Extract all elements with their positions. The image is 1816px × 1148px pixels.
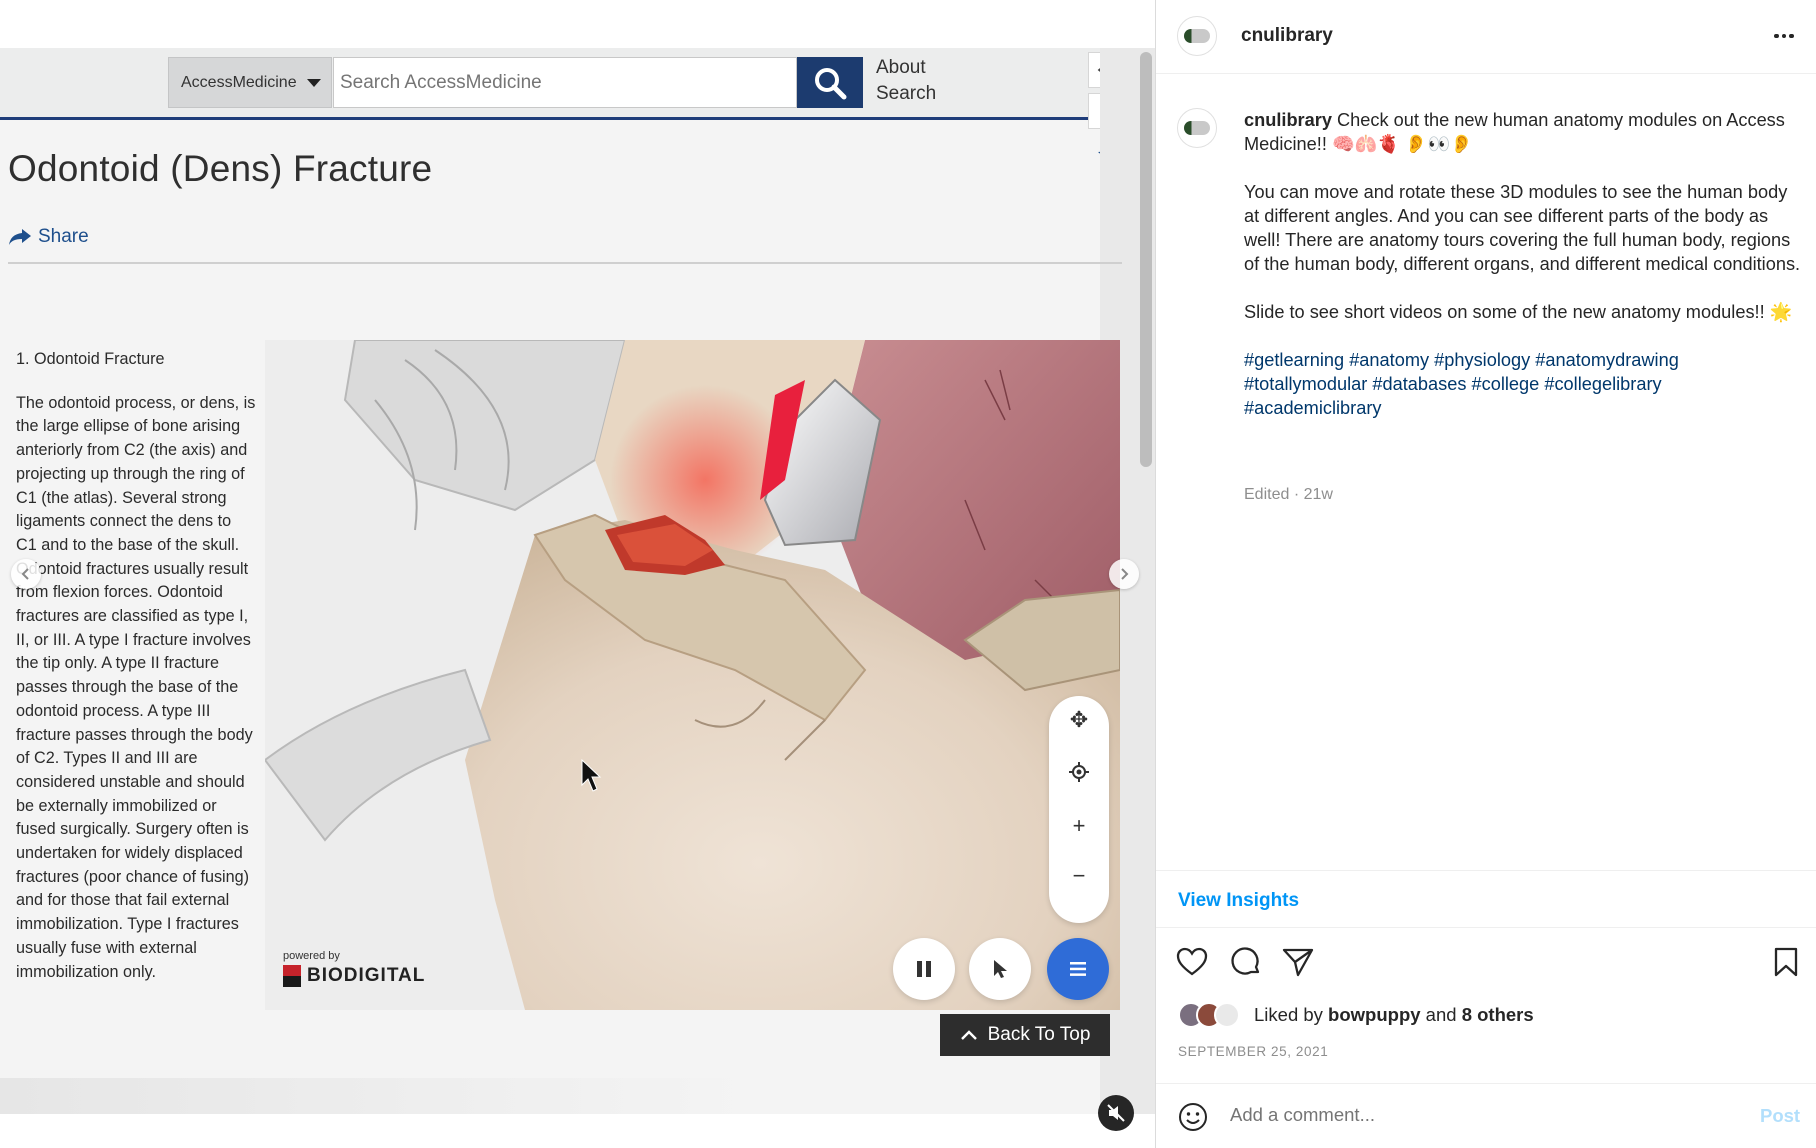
edited-timestamp: Edited · 21w xyxy=(1244,486,1333,503)
about-line: About xyxy=(876,57,926,78)
accessmedicine-header: AccessMedicine About Search xyxy=(0,48,1100,120)
liked-by-others[interactable]: 8 others xyxy=(1462,1004,1534,1025)
pause-icon xyxy=(917,961,931,977)
hashtag[interactable]: #college xyxy=(1472,374,1540,394)
biodigital-logo: BIODIGITAL xyxy=(283,965,425,987)
bottom-fade xyxy=(0,1078,760,1114)
post-header: cnulibrary xyxy=(1156,0,1816,74)
caption-paragraph-3: Slide to see short videos on some of the… xyxy=(1244,302,1793,322)
divider xyxy=(8,262,1122,264)
heart-icon[interactable] xyxy=(1172,942,1212,982)
share-icon[interactable] xyxy=(1278,942,1318,982)
search-button[interactable] xyxy=(797,57,863,108)
mute-icon xyxy=(1107,1104,1125,1122)
emoji-icon[interactable] xyxy=(1178,1102,1208,1137)
search-line: Search xyxy=(876,83,937,104)
chevron-left-icon xyxy=(21,568,29,580)
liked-by-and: and xyxy=(1425,1004,1457,1025)
next-slide-button[interactable] xyxy=(1109,559,1139,589)
video-frame[interactable]: AccessMedicine About Search xyxy=(0,48,1155,1114)
avatar[interactable] xyxy=(1177,16,1217,56)
pointer-icon xyxy=(994,960,1007,978)
liked-by-user[interactable]: bowpuppy xyxy=(1328,1004,1420,1025)
caption-avatar[interactable] xyxy=(1177,108,1217,148)
search-icon xyxy=(815,67,847,99)
view-insights-link[interactable]: View Insights xyxy=(1178,890,1299,912)
more-icon[interactable] xyxy=(1766,22,1802,50)
back-to-top-label: Back To Top xyxy=(987,1024,1091,1045)
scrollbar-thumb[interactable] xyxy=(1140,52,1152,467)
hashtag[interactable]: #getlearning xyxy=(1244,350,1344,370)
caption-username[interactable]: cnulibrary xyxy=(1244,110,1332,130)
pointer-button[interactable] xyxy=(969,938,1031,1000)
resource-select-label: AccessMedicine xyxy=(181,73,297,91)
hashtag[interactable]: #physiology xyxy=(1434,350,1530,370)
biodigital-brand: BIODIGITAL xyxy=(307,965,426,986)
description-text: The odontoid process, or dens, is the la… xyxy=(16,393,256,981)
comment-icon[interactable] xyxy=(1226,942,1266,982)
hashtag[interactable]: #collegelibrary xyxy=(1544,374,1661,394)
menu-icon xyxy=(1070,962,1086,976)
anatomy-model-image xyxy=(265,340,1120,1010)
figure-title: 1. Odontoid Fracture xyxy=(16,350,165,368)
article-title: Odontoid (Dens) Fracture xyxy=(8,148,433,189)
university-seal-icon xyxy=(1184,29,1210,43)
anatomy-3d-viewer[interactable]: powered by BIODIGITAL xyxy=(265,340,1120,1010)
action-bar xyxy=(1156,942,1816,986)
hashtag[interactable]: #anatomy xyxy=(1349,350,1429,370)
liker-avatar[interactable] xyxy=(1214,1002,1240,1028)
share-link[interactable]: Share xyxy=(8,226,89,248)
share-label: Share xyxy=(38,226,89,247)
biodigital-mark xyxy=(283,965,301,987)
hashtag[interactable]: #totallymodular xyxy=(1244,374,1367,394)
center-icon[interactable] xyxy=(1049,752,1109,792)
back-to-top-button[interactable]: Back To Top xyxy=(940,1014,1110,1056)
bookmark-icon[interactable] xyxy=(1766,942,1806,982)
university-seal-icon xyxy=(1184,121,1210,135)
resource-select[interactable]: AccessMedicine xyxy=(168,57,332,108)
previous-slide-button[interactable] xyxy=(11,559,41,589)
liked-by-text: Liked by bowpuppy and 8 others xyxy=(1254,1004,1534,1026)
pause-button[interactable] xyxy=(893,938,955,1000)
liked-by-prefix: Liked by xyxy=(1254,1004,1323,1025)
username[interactable]: cnulibrary xyxy=(1241,25,1333,47)
post-media[interactable]: AccessMedicine About Search xyxy=(0,0,1155,1148)
insights-bar: View Insights xyxy=(1156,870,1816,928)
post-panel: cnulibrary cnulibrary Check out the new … xyxy=(1155,0,1816,1148)
hashtags: #getlearning #anatomy #physiology #anato… xyxy=(1244,348,1804,420)
caret-down-icon xyxy=(306,78,321,87)
viewer-toolbar: ✥ + − xyxy=(1049,696,1109,923)
zoom-in-icon[interactable]: + xyxy=(1049,806,1109,846)
pan-icon[interactable]: ✥ xyxy=(1049,700,1109,740)
hashtag[interactable]: #anatomydrawing xyxy=(1535,350,1679,370)
zoom-out-icon[interactable]: − xyxy=(1049,856,1109,896)
about-search-link[interactable]: About Search xyxy=(876,55,936,107)
menu-button[interactable] xyxy=(1047,938,1109,1000)
hashtag[interactable]: #academiclibrary xyxy=(1244,398,1381,418)
likes-row: Liked by bowpuppy and 8 others xyxy=(1178,1000,1534,1030)
post-caption: cnulibrary Check out the new human anato… xyxy=(1244,108,1804,444)
share-arrow-icon xyxy=(9,229,31,245)
mute-button[interactable] xyxy=(1098,1095,1134,1131)
post-date: SEPTEMBER 25, 2021 xyxy=(1178,1044,1329,1059)
chevron-up-icon xyxy=(960,1030,977,1040)
comment-input[interactable] xyxy=(1230,1104,1710,1126)
post-button[interactable]: Post xyxy=(1760,1105,1800,1127)
caption-paragraph-2: You can move and rotate these 3D modules… xyxy=(1244,182,1801,274)
hashtag[interactable]: #databases xyxy=(1372,374,1466,394)
chevron-right-icon xyxy=(1121,568,1129,580)
comment-bar: Post xyxy=(1156,1083,1816,1148)
figure-description: 1. Odontoid Fracture The odontoid proces… xyxy=(16,348,256,984)
powered-by-label: powered by xyxy=(283,950,340,962)
search-input[interactable] xyxy=(333,57,797,108)
